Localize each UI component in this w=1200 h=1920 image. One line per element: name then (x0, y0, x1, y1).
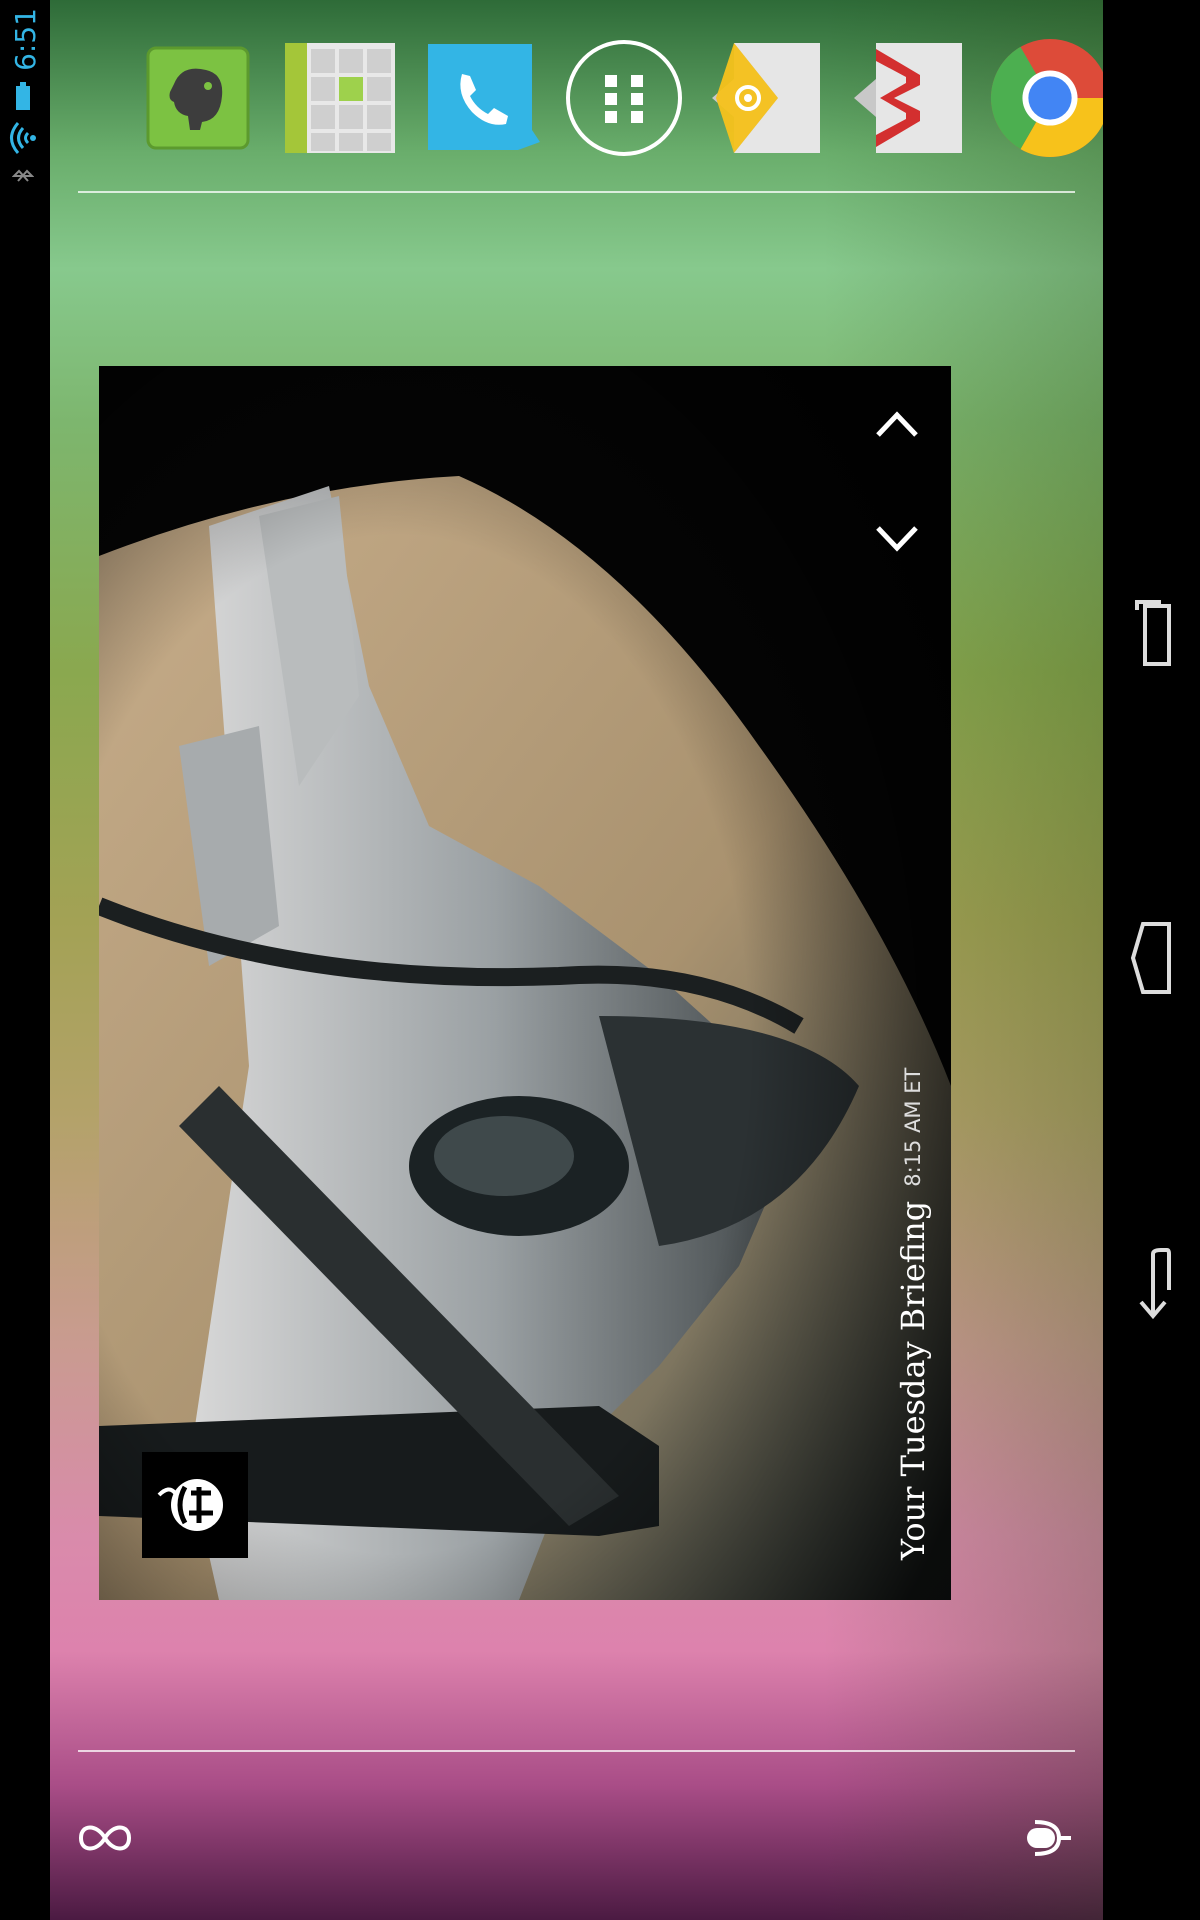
bluetooth-icon (11, 165, 38, 187)
infinity-icon (78, 1825, 132, 1851)
status-bar: 6:51 (0, 0, 50, 1920)
status-time: 6:51 (8, 8, 42, 71)
chevron-down-icon (876, 526, 918, 552)
bottom-divider (78, 1750, 1075, 1752)
email-icon (712, 43, 820, 153)
navigation-bar (1103, 0, 1200, 1920)
widget-caption[interactable]: Your Tuesday Briefing 8:15 AM ET (883, 1068, 943, 1560)
gmail-app[interactable] (849, 38, 969, 158)
back-icon (1139, 1248, 1171, 1320)
battery-icon (14, 81, 36, 111)
dock-divider (78, 191, 1075, 193)
evernote-app[interactable] (138, 38, 258, 158)
tiles-app[interactable] (280, 38, 400, 158)
chrome-app[interactable] (990, 38, 1110, 158)
fighter-jet-refueling-photo (99, 366, 951, 1600)
home-button[interactable] (1121, 918, 1181, 998)
infinity-button[interactable] (70, 1803, 140, 1873)
evernote-icon (146, 46, 250, 150)
chrome-icon (990, 38, 1110, 158)
nyt-logo-icon (157, 1479, 223, 1531)
phone-app[interactable] (422, 38, 542, 158)
scroll-up-button[interactable] (862, 389, 932, 459)
widget-title[interactable]: Your Tuesday Briefing (894, 1201, 932, 1560)
nyt-logo[interactable] (142, 1452, 248, 1558)
dock (90, 28, 1110, 158)
home-icon (1130, 922, 1171, 994)
tiles-app-icon (285, 43, 395, 153)
app-drawer-button[interactable] (564, 38, 684, 158)
recent-apps-icon (1135, 600, 1171, 666)
news-widget[interactable] (99, 366, 951, 1600)
widget-time: 8:15 AM ET (901, 1067, 925, 1187)
microphone-icon (1027, 1820, 1071, 1856)
app-drawer-icon (566, 40, 682, 156)
recent-apps-button[interactable] (1121, 593, 1181, 673)
back-button[interactable] (1121, 1244, 1181, 1324)
status-bar-content: 6:51 (0, 0, 50, 230)
scroll-down-button[interactable] (862, 504, 932, 574)
wifi-icon (8, 121, 42, 155)
email-app[interactable] (707, 38, 827, 158)
phone-icon (428, 44, 540, 150)
voice-search-button[interactable] (1012, 1803, 1082, 1873)
chevron-up-icon (876, 411, 918, 437)
gmail-icon (854, 43, 962, 153)
